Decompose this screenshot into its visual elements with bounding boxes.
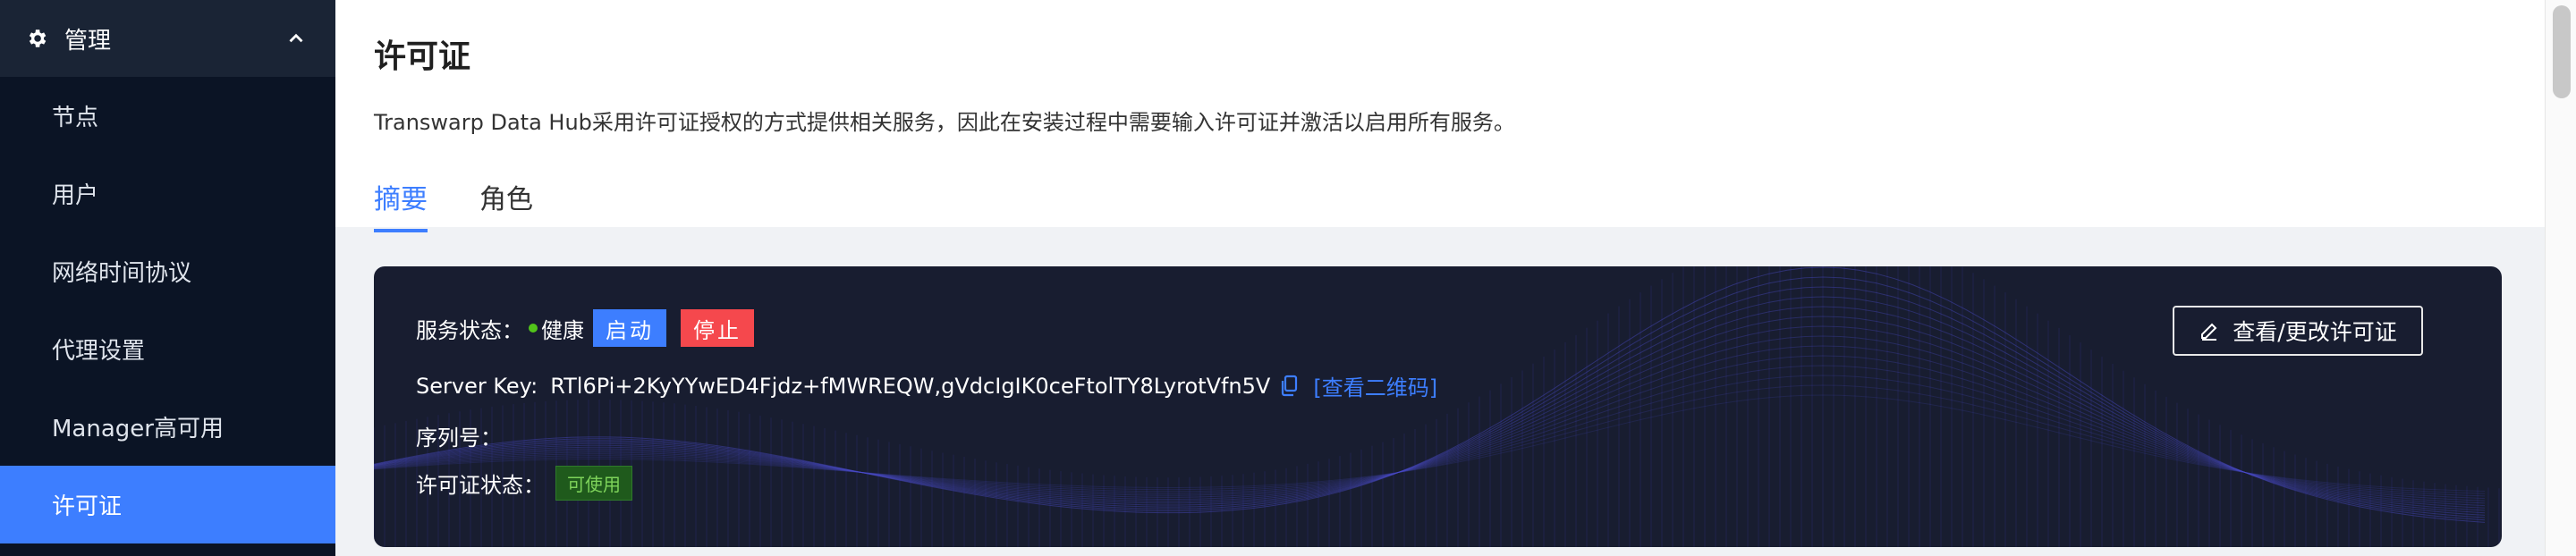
sidebar-item-label: Manager高可用 bbox=[52, 416, 224, 442]
page-header: 许可证 Transwarp Data Hub采用许可证授权的方式提供相关服务，因… bbox=[335, 0, 2545, 232]
sidebar-item-ntp[interactable]: 网络时间协议 bbox=[0, 232, 335, 310]
edit-icon bbox=[2201, 323, 2217, 341]
scrollbar-thumb[interactable] bbox=[2553, 5, 2571, 98]
view-qr-link[interactable]: [查看二维码] bbox=[1313, 370, 1437, 401]
server-key-label: Server Key: bbox=[416, 373, 538, 399]
chevron-up-icon[interactable] bbox=[284, 27, 308, 50]
sidebar-item-label: 许可证 bbox=[52, 493, 123, 520]
service-status-value: 健康 bbox=[541, 317, 584, 343]
page-description: Transwarp Data Hub采用许可证授权的方式提供相关服务，因此在安装… bbox=[374, 110, 1515, 135]
view-change-license-button[interactable]: 查看/更改许可证 bbox=[2173, 306, 2423, 356]
sidebar-item-license[interactable]: 许可证 bbox=[0, 466, 335, 543]
sidebar-item-label: 节点 bbox=[52, 105, 99, 131]
server-key-value: RTl6Pi+2KyYYwED4Fjdz+fMWREQW,gVdcIgIK0ce… bbox=[550, 373, 1271, 399]
license-status-badge: 可使用 bbox=[555, 466, 632, 501]
sidebar-header-management[interactable]: 管理 bbox=[0, 0, 335, 77]
serial-number-label: 序列号： bbox=[416, 425, 502, 451]
gear-icon bbox=[29, 29, 47, 47]
serial-number-row: 序列号： bbox=[416, 420, 502, 451]
sidebar: 管理 节点 用户 网络时间协议 代理设置 Manager高可用 许可证 bbox=[0, 0, 335, 556]
page-scrollbar[interactable] bbox=[2545, 0, 2576, 556]
sidebar-item-label: 代理设置 bbox=[52, 338, 146, 365]
stop-button[interactable]: 停止 bbox=[681, 309, 754, 347]
service-status-label: 服务状态： bbox=[416, 317, 523, 343]
copy-icon[interactable] bbox=[1279, 375, 1299, 398]
view-change-license-label: 查看/更改许可证 bbox=[2233, 319, 2397, 345]
license-status-label: 许可证状态： bbox=[416, 473, 545, 498]
tab-roles[interactable]: 角色 bbox=[479, 177, 533, 232]
tab-summary[interactable]: 摘要 bbox=[374, 177, 428, 232]
page-title: 许可证 bbox=[374, 38, 471, 75]
sidebar-item-proxy[interactable]: 代理设置 bbox=[0, 310, 335, 388]
sidebar-item-users[interactable]: 用户 bbox=[0, 155, 335, 232]
healthy-status-dot bbox=[529, 324, 538, 333]
sidebar-item-label: 网络时间协议 bbox=[52, 260, 192, 287]
start-button[interactable]: 启动 bbox=[593, 309, 666, 347]
main-content: 许可证 Transwarp Data Hub采用许可证授权的方式提供相关服务，因… bbox=[335, 0, 2545, 556]
tab-bar: 摘要 角色 bbox=[374, 177, 585, 232]
sidebar-item-label: 用户 bbox=[52, 182, 99, 209]
sidebar-item-manager-ha[interactable]: Manager高可用 bbox=[0, 388, 335, 466]
sidebar-item-nodes[interactable]: 节点 bbox=[0, 77, 335, 155]
sidebar-header-label: 管理 bbox=[64, 27, 112, 55]
license-status-row: 许可证状态： 可使用 bbox=[416, 466, 632, 501]
service-status-row: 服务状态： 健康 启动 停止 bbox=[416, 309, 754, 347]
server-key-row: Server Key: RTl6Pi+2KyYYwED4Fjdz+fMWREQW… bbox=[416, 370, 1437, 401]
